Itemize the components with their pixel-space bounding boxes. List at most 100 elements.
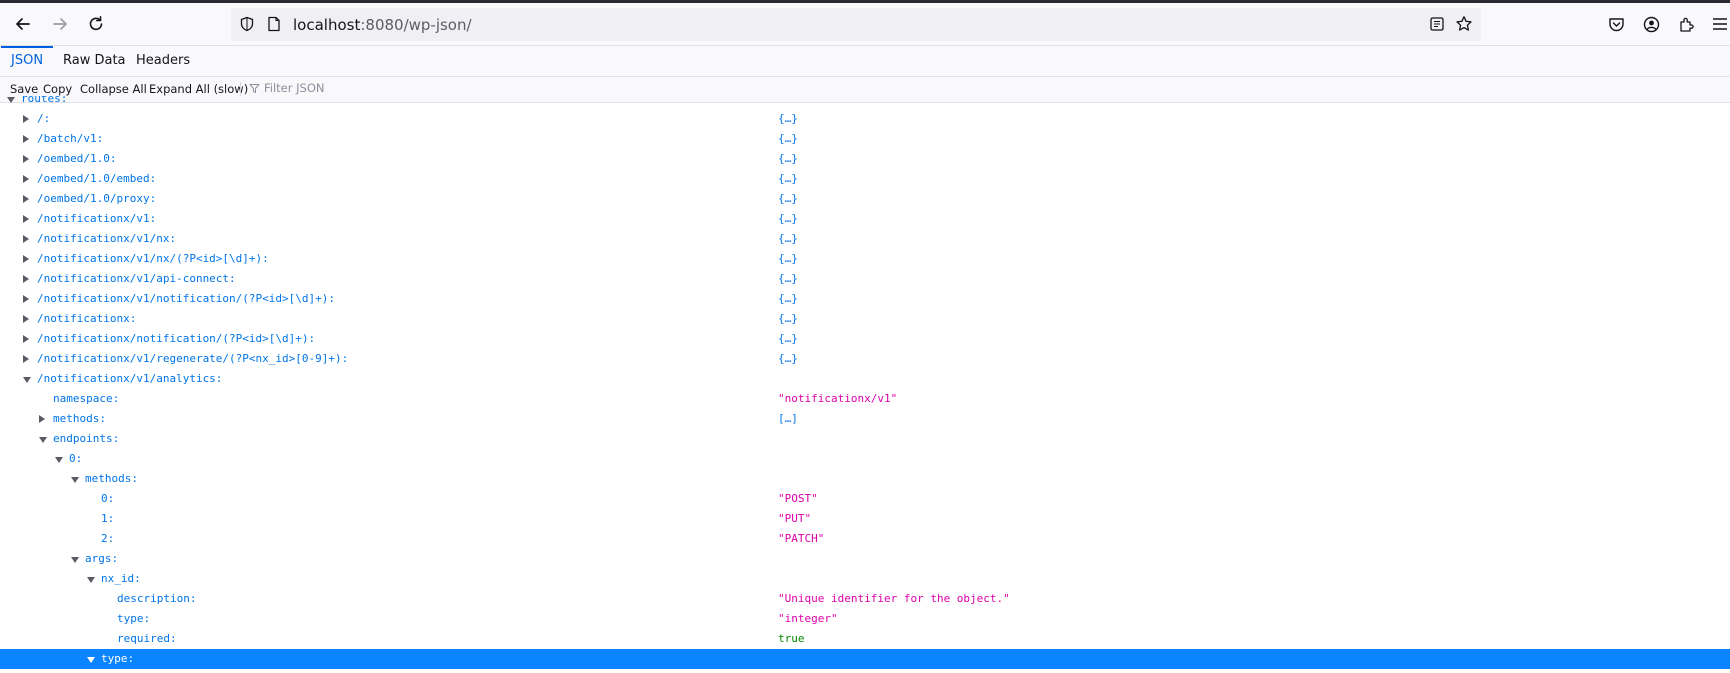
tree-value: {…} xyxy=(778,172,798,185)
collapsed-triangle-icon[interactable] xyxy=(23,215,29,223)
tree-row[interactable]: type: "integer" xyxy=(0,609,1730,629)
tree-key: /: xyxy=(37,112,51,125)
tree-row[interactable]: /notificationx/v1/api-connect: {…} xyxy=(0,269,1730,289)
filter-json-input[interactable]: Filter JSON xyxy=(249,81,324,95)
tree-key: methods: xyxy=(85,472,138,485)
tab-headers[interactable]: Headers xyxy=(136,46,190,76)
tree-key: namespace: xyxy=(53,392,120,405)
expand-all-button[interactable]: Expand All (slow) xyxy=(149,82,248,96)
forward-button[interactable] xyxy=(44,8,76,40)
tree-row[interactable]: /notificationx/v1/nx/(?P<id>[\d]+): {…} xyxy=(0,249,1730,269)
account-icon[interactable] xyxy=(1643,16,1660,33)
save-button[interactable]: Save xyxy=(10,82,38,96)
bookmark-star-icon[interactable] xyxy=(1455,15,1473,33)
tree-row[interactable]: /oembed/1.0/embed: {…} xyxy=(0,169,1730,189)
tab-json-label: JSON xyxy=(11,53,44,68)
tree-row[interactable]: 0: xyxy=(0,449,1730,469)
url-text[interactable]: localhost:8080/wp-json/ xyxy=(293,16,472,34)
collapsed-triangle-icon[interactable] xyxy=(23,155,29,163)
tab-selected-indicator xyxy=(1,46,54,48)
tree-key: /notificationx/v1/nx: xyxy=(37,232,177,245)
page-info-icon[interactable] xyxy=(267,16,281,32)
expanded-triangle-icon[interactable] xyxy=(71,477,79,483)
tree-row[interactable]: nx_id: xyxy=(0,569,1730,589)
tracking-shield-icon[interactable] xyxy=(239,16,255,32)
tree-key: endpoints: xyxy=(53,432,120,445)
tree-row[interactable]: required: true xyxy=(0,629,1730,649)
tree-value: {…} xyxy=(778,152,798,165)
tree-row[interactable]: /notificationx/v1/analytics: xyxy=(0,369,1730,389)
extensions-icon[interactable] xyxy=(1678,16,1695,33)
expanded-triangle-icon[interactable] xyxy=(23,377,31,383)
tree-row[interactable]: /notificationx/v1: {…} xyxy=(0,209,1730,229)
tree-row[interactable]: description: "Unique identifier for the o… xyxy=(0,589,1730,609)
tree-value: "PUT" xyxy=(778,512,812,525)
collapsed-triangle-icon[interactable] xyxy=(23,255,29,263)
forward-arrow-icon xyxy=(53,18,67,30)
json-tree: routes: /: {…} /batch/v1: {…} /oembed/1.0: {…}… xyxy=(0,96,1730,673)
collapsed-triangle-icon[interactable] xyxy=(23,315,29,323)
toolbar-separator xyxy=(240,82,241,96)
tree-row[interactable]: /notificationx: {…} xyxy=(0,309,1730,329)
collapsed-triangle-icon[interactable] xyxy=(39,415,45,423)
tree-row[interactable]: /notificationx/v1/notification/(?P<id>[\… xyxy=(0,289,1730,309)
pocket-icon[interactable] xyxy=(1608,16,1625,33)
expanded-triangle-icon[interactable] xyxy=(87,657,95,663)
tree-row[interactable]: methods: xyxy=(0,469,1730,489)
expanded-triangle-icon[interactable] xyxy=(39,437,47,443)
expanded-triangle-icon[interactable] xyxy=(87,577,95,583)
collapse-all-button[interactable]: Collapse All xyxy=(80,82,147,96)
json-viewer-tabs: JSON Raw Data Headers xyxy=(0,46,1730,77)
tab-headers-label: Headers xyxy=(136,53,191,68)
collapsed-triangle-icon[interactable] xyxy=(23,355,29,363)
tree-row[interactable]: type: xyxy=(0,649,1730,669)
expanded-triangle-icon[interactable] xyxy=(55,457,63,463)
tree-row[interactable]: /notificationx/notification/(?P<id>[\d]+… xyxy=(0,329,1730,349)
tree-row[interactable]: 0: "POST" xyxy=(0,489,1730,509)
collapsed-triangle-icon[interactable] xyxy=(23,275,29,283)
tree-row[interactable]: args: xyxy=(0,549,1730,569)
tree-value: {…} xyxy=(778,332,798,345)
tree-key: /batch/v1: xyxy=(37,132,104,145)
tree-key: 0: xyxy=(101,492,115,505)
tree-row[interactable]: endpoints: xyxy=(0,429,1730,449)
tree-row[interactable]: /batch/v1: {…} xyxy=(0,129,1730,149)
collapsed-triangle-icon[interactable] xyxy=(23,115,29,123)
filter-json-placeholder: Filter JSON xyxy=(264,81,325,95)
tree-row[interactable]: methods: […] xyxy=(0,409,1730,429)
collapsed-triangle-icon[interactable] xyxy=(23,295,29,303)
reader-view-icon[interactable] xyxy=(1429,16,1445,32)
collapsed-triangle-icon[interactable] xyxy=(23,235,29,243)
copy-button[interactable]: Copy xyxy=(43,82,72,96)
tree-row[interactable]: /: {…} xyxy=(0,109,1730,129)
tree-row[interactable]: /oembed/1.0/proxy: {…} xyxy=(0,189,1730,209)
back-button[interactable] xyxy=(7,8,39,40)
collapsed-triangle-icon[interactable] xyxy=(23,335,29,343)
tree-key: /oembed/1.0/embed: xyxy=(37,172,157,185)
tree-key: nx_id: xyxy=(101,572,141,585)
tab-json[interactable]: JSON xyxy=(1,46,54,76)
tree-row[interactable]: /notificationx/v1/regenerate/(?P<nx_id>[… xyxy=(0,349,1730,369)
tree-value: "PATCH" xyxy=(778,532,825,545)
tree-row[interactable]: 2: "PATCH" xyxy=(0,529,1730,549)
url-bar[interactable]: localhost:8080/wp-json/ xyxy=(231,8,1481,41)
tree-row[interactable]: /notificationx/v1/nx: {…} xyxy=(0,229,1730,249)
tree-row[interactable]: namespace: "notificationx/v1" xyxy=(0,389,1730,409)
tree-row[interactable]: routes: xyxy=(0,96,1730,109)
menu-icon[interactable] xyxy=(1712,17,1728,31)
collapsed-triangle-icon[interactable] xyxy=(23,135,29,143)
tree-row[interactable]: /oembed/1.0: {…} xyxy=(0,149,1730,169)
tree-key: args: xyxy=(85,552,119,565)
collapsed-triangle-icon[interactable] xyxy=(23,195,29,203)
tab-raw-data-label: Raw Data xyxy=(63,53,126,68)
tree-key: /notificationx/v1/api-connect: xyxy=(37,272,236,285)
tree-value: "POST" xyxy=(778,492,818,505)
tab-raw-data[interactable]: Raw Data xyxy=(63,46,126,76)
expanded-triangle-icon[interactable] xyxy=(71,557,79,563)
tree-row[interactable]: 1: "PUT" xyxy=(0,509,1730,529)
reload-button[interactable] xyxy=(80,8,112,40)
tree-value: {…} xyxy=(778,292,798,305)
tree-key: /notificationx/v1/notification/(?P<id>[\… xyxy=(37,292,336,305)
expanded-triangle-icon[interactable] xyxy=(7,97,15,103)
collapsed-triangle-icon[interactable] xyxy=(23,175,29,183)
